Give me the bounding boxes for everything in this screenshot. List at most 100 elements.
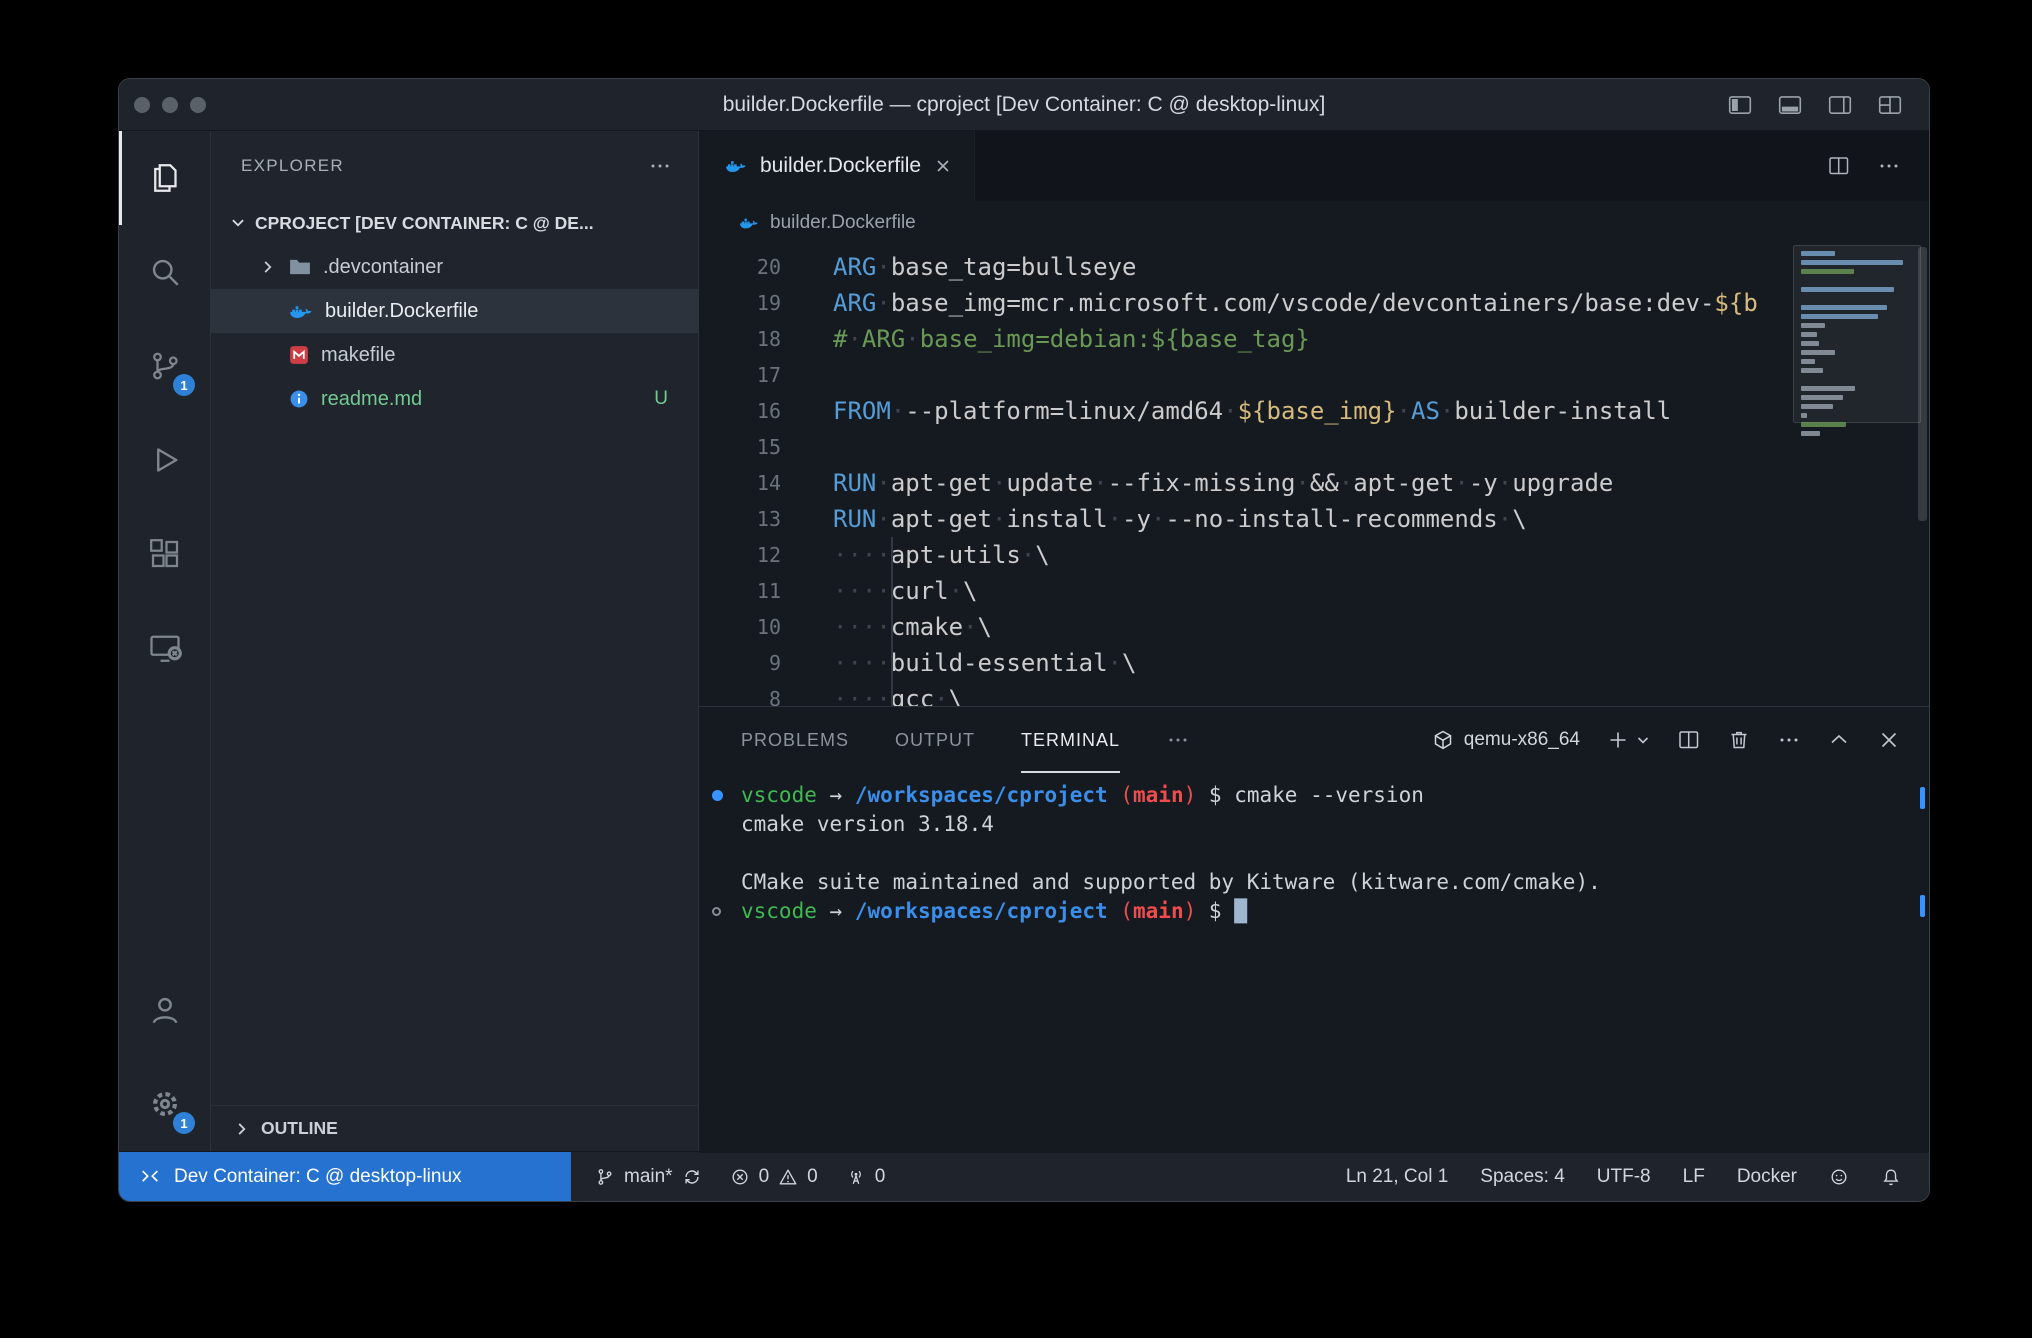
chevron-down-icon xyxy=(229,214,247,232)
activity-item-explorer[interactable] xyxy=(119,131,210,225)
new-terminal-icon[interactable] xyxy=(1606,728,1630,752)
command-success-dot xyxy=(712,790,723,801)
indent-guide xyxy=(891,537,893,706)
sync-icon xyxy=(682,1167,702,1187)
maximize-panel-icon[interactable] xyxy=(1827,728,1851,752)
ports-count: 0 xyxy=(875,1166,886,1188)
eol-status[interactable]: LF xyxy=(1683,1166,1705,1188)
cursor-position[interactable]: Ln 21, Col 1 xyxy=(1346,1166,1448,1188)
terminal-line: CMake suite maintained and supported by … xyxy=(699,868,1929,897)
feedback-icon[interactable] xyxy=(1829,1167,1849,1187)
activity-item-remote-explorer[interactable] xyxy=(119,601,210,695)
makefile-icon xyxy=(289,345,309,365)
toggle-panel-icon[interactable] xyxy=(1777,92,1803,118)
editor-group: builder.Dockerfile xyxy=(699,131,1929,1151)
encoding-status[interactable]: UTF-8 xyxy=(1597,1166,1651,1188)
explorer-section-label: CPROJECT [DEV CONTAINER: C @ DE... xyxy=(255,213,594,234)
remote-indicator[interactable]: Dev Container: C @ desktop-linux xyxy=(119,1152,571,1201)
tab-builder-dockerfile[interactable]: builder.Dockerfile xyxy=(699,131,975,201)
panel-more-tabs-icon[interactable] xyxy=(1166,728,1190,752)
terminal-content[interactable]: vscode → /workspaces/cproject (main) $ c… xyxy=(699,773,1929,1153)
indentation-status[interactable]: Spaces: 4 xyxy=(1480,1166,1565,1188)
ports-status[interactable]: 0 xyxy=(846,1166,886,1188)
explorer-title: EXPLORER xyxy=(241,156,344,176)
split-terminal-icon[interactable] xyxy=(1677,728,1701,752)
line-number: 16 xyxy=(699,393,781,429)
problems-status[interactable]: 0 0 xyxy=(730,1166,818,1188)
tab-label: builder.Dockerfile xyxy=(760,154,921,178)
tree-item-devcontainer[interactable]: .devcontainer xyxy=(211,245,698,289)
code-line[interactable]: 11····curl·\ xyxy=(699,573,1929,609)
docker-icon xyxy=(739,215,759,231)
git-status-badge: U xyxy=(654,388,698,410)
terminal-scroll-decoration xyxy=(1920,895,1925,917)
outline-section-header[interactable]: OUTLINE xyxy=(211,1105,698,1151)
line-number: 9 xyxy=(699,645,781,681)
code-line[interactable]: 12····apt-utils·\ xyxy=(699,537,1929,573)
close-window-button[interactable] xyxy=(134,97,150,113)
activity-bar: 1 xyxy=(119,131,211,1151)
code-line[interactable]: 14RUN·apt-get·update·--fix-missing·&&·ap… xyxy=(699,465,1929,501)
code-editor[interactable]: 20ARG·base_tag=bullseye19ARG·base_img=mc… xyxy=(699,245,1929,706)
editor-scrollbar[interactable] xyxy=(1918,247,1927,521)
tab-problems[interactable]: PROBLEMS xyxy=(741,707,849,773)
line-number: 17 xyxy=(699,357,781,393)
terminal-profile[interactable]: qemu-x86_64 xyxy=(1432,729,1580,751)
tree-item-makefile[interactable]: makefile xyxy=(211,333,698,377)
activity-item-run-debug[interactable] xyxy=(119,413,210,507)
toggle-secondary-sidebar-icon[interactable] xyxy=(1827,92,1853,118)
docker-icon xyxy=(289,302,313,321)
close-panel-icon[interactable] xyxy=(1877,728,1901,752)
tree-item-readme[interactable]: readme.md U xyxy=(211,377,698,421)
warning-icon xyxy=(778,1167,798,1187)
terminal-line: vscode → /workspaces/cproject (main) $ █ xyxy=(699,897,1929,926)
code-line[interactable]: 20ARG·base_tag=bullseye xyxy=(699,249,1929,285)
more-actions-icon[interactable] xyxy=(1877,154,1901,178)
tree-item-builder-dockerfile[interactable]: builder.Dockerfile xyxy=(211,289,698,333)
tab-output[interactable]: OUTPUT xyxy=(895,707,975,773)
activity-item-settings[interactable]: 1 xyxy=(119,1057,210,1151)
breadcrumb[interactable]: builder.Dockerfile xyxy=(699,201,1929,245)
language-mode[interactable]: Docker xyxy=(1737,1166,1797,1188)
activity-item-extensions[interactable] xyxy=(119,507,210,601)
code-line[interactable]: 8····gcc·\ xyxy=(699,681,1929,706)
terminal-profile-label: qemu-x86_64 xyxy=(1464,729,1580,751)
code-line[interactable]: 15 xyxy=(699,429,1929,465)
code-line[interactable]: 9····build-essential·\ xyxy=(699,645,1929,681)
activity-item-accounts[interactable] xyxy=(119,963,210,1057)
panel-more-actions-icon[interactable] xyxy=(1777,728,1801,752)
code-line[interactable]: 17 xyxy=(699,357,1929,393)
git-branch-status[interactable]: main* xyxy=(595,1166,702,1188)
remote-label: Dev Container: C @ desktop-linux xyxy=(174,1166,462,1188)
explorer-more-actions-icon[interactable] xyxy=(648,154,672,178)
code-line[interactable]: 16FROM·--platform=linux/amd64·${base_img… xyxy=(699,393,1929,429)
minimize-window-button[interactable] xyxy=(162,97,178,113)
code-line[interactable]: 19ARG·base_img=mcr.microsoft.com/vscode/… xyxy=(699,285,1929,321)
close-icon[interactable] xyxy=(934,157,952,175)
terminal-profile-dropdown-icon[interactable] xyxy=(1635,732,1651,748)
error-count: 0 xyxy=(759,1166,770,1188)
code-line[interactable]: 18#·ARG·base_img=debian:${base_tag} xyxy=(699,321,1929,357)
terminal-line: cmake version 3.18.4 xyxy=(699,810,1929,839)
accounts-icon xyxy=(147,992,183,1028)
zoom-window-button[interactable] xyxy=(190,97,206,113)
panel-header: PROBLEMS OUTPUT TERMINAL qemu-x86_64 xyxy=(699,707,1929,773)
explorer-sidebar: EXPLORER CPROJECT [DEV CONTAINER: C @ DE… xyxy=(211,131,699,1151)
radio-tower-icon xyxy=(846,1167,866,1187)
code-line[interactable]: 10····cmake·\ xyxy=(699,609,1929,645)
activity-item-source-control[interactable]: 1 xyxy=(119,319,210,413)
code-line[interactable]: 13RUN·apt-get·install·-y·--no-install-re… xyxy=(699,501,1929,537)
activity-item-search[interactable] xyxy=(119,225,210,319)
notifications-bell-icon[interactable] xyxy=(1881,1167,1901,1187)
customize-layout-icon[interactable] xyxy=(1877,92,1903,118)
terminal-line: vscode → /workspaces/cproject (main) $ c… xyxy=(699,781,1929,810)
minimap[interactable] xyxy=(1801,251,1913,440)
kill-terminal-icon[interactable] xyxy=(1727,728,1751,752)
line-number: 15 xyxy=(699,429,781,465)
tab-terminal[interactable]: TERMINAL xyxy=(1021,707,1120,773)
toggle-primary-sidebar-icon[interactable] xyxy=(1727,92,1753,118)
branch-label: main* xyxy=(624,1166,673,1188)
explorer-section-header[interactable]: CPROJECT [DEV CONTAINER: C @ DE... xyxy=(211,201,698,245)
split-editor-icon[interactable] xyxy=(1827,154,1851,178)
line-number: 10 xyxy=(699,609,781,645)
